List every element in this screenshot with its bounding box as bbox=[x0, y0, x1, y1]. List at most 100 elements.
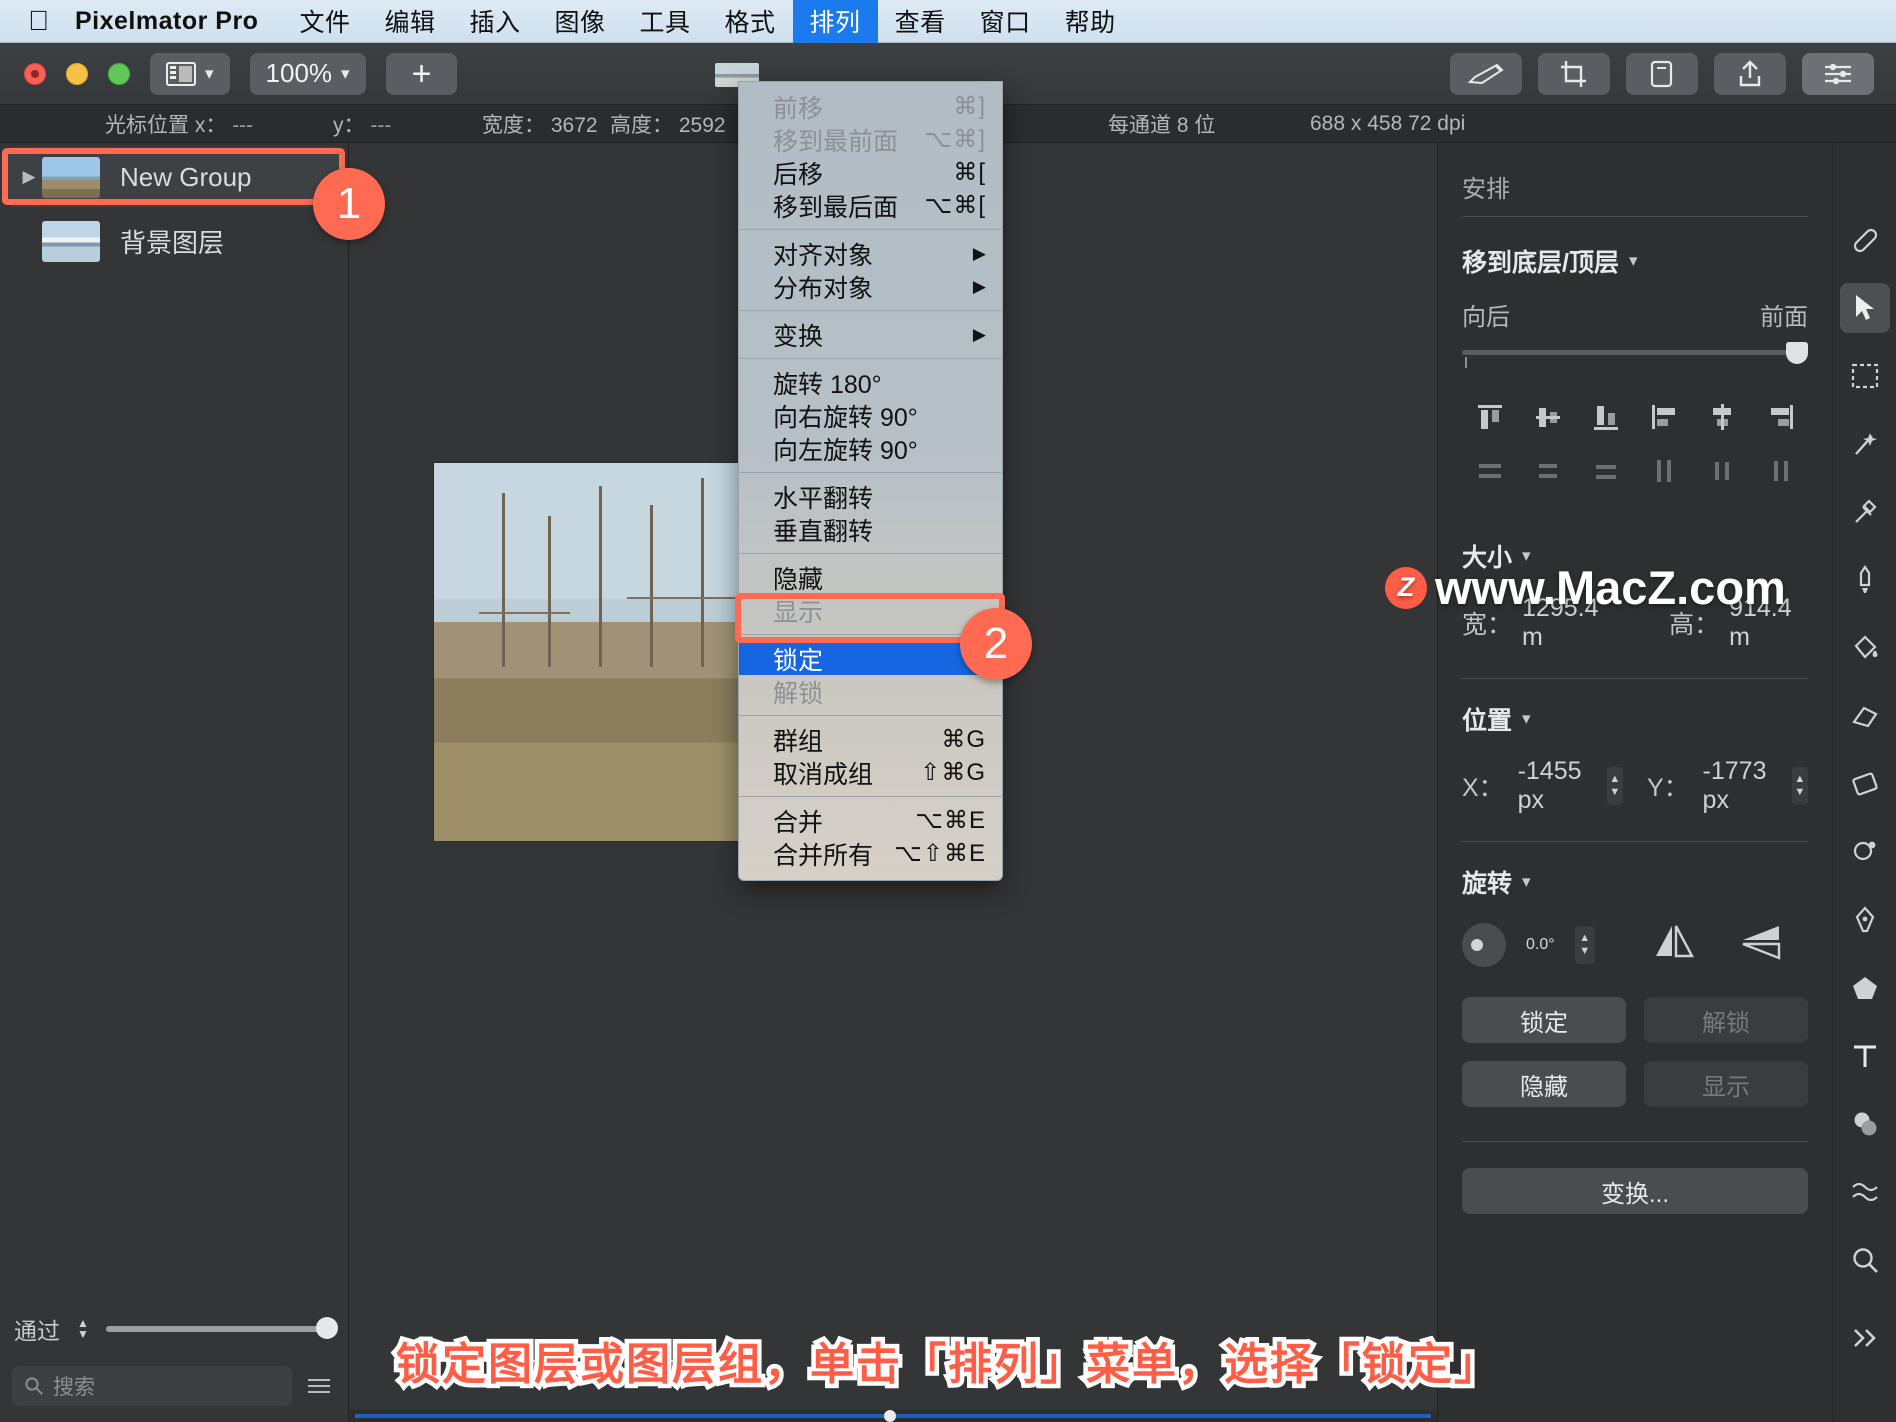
menubar-item-format[interactable]: 格式 bbox=[708, 0, 793, 43]
flip-horizontal-button[interactable] bbox=[1651, 922, 1697, 967]
y-stepper[interactable]: ▲ ▼ bbox=[1791, 767, 1808, 805]
pen-tool-button[interactable] bbox=[1840, 895, 1890, 945]
duplicate-button[interactable] bbox=[1626, 53, 1698, 95]
disclosure-triangle-icon[interactable]: ▶ bbox=[16, 167, 42, 187]
menu-item-flip-vertical[interactable]: 垂直翻转 bbox=[739, 513, 1002, 546]
align-left-button[interactable] bbox=[1636, 390, 1692, 444]
share-button[interactable] bbox=[1714, 53, 1786, 95]
layer-row[interactable]: ▶ New Group bbox=[8, 147, 340, 207]
menubar-item-view[interactable]: 查看 bbox=[878, 0, 963, 43]
distribute-top-button[interactable] bbox=[1462, 444, 1518, 498]
menubar-item-file[interactable]: 文件 bbox=[282, 0, 367, 43]
show-button[interactable]: 显示 bbox=[1644, 1061, 1808, 1107]
minimize-button[interactable] bbox=[66, 62, 88, 85]
crop-tool-button[interactable] bbox=[1538, 53, 1610, 95]
distribute-middle-button[interactable] bbox=[1520, 444, 1576, 498]
rotation-group-title[interactable]: 旋转 ▾ bbox=[1462, 864, 1808, 900]
align-center-button[interactable] bbox=[1694, 390, 1750, 444]
zoom-button[interactable] bbox=[108, 62, 130, 85]
paint-tool-button[interactable] bbox=[1450, 53, 1522, 95]
panes-toggle-button[interactable]: ▾ bbox=[150, 52, 230, 95]
menu-item-align-objects[interactable]: 对齐对象 ▶ bbox=[739, 237, 1002, 270]
chevron-down-icon[interactable]: ▾ bbox=[1629, 251, 1638, 271]
arrange-tool-button[interactable] bbox=[1839, 283, 1890, 333]
y-field-value[interactable]: -1773 px bbox=[1703, 757, 1782, 815]
arrange-slider[interactable] bbox=[1462, 342, 1808, 368]
paint-brush-tool-button[interactable] bbox=[1840, 555, 1890, 605]
menu-item-group[interactable]: 群组 ⌘G bbox=[739, 723, 1002, 756]
x-field-value[interactable]: -1455 px bbox=[1518, 757, 1597, 815]
menu-item-bring-to-front[interactable]: 移到最前面 ⌥⌘] bbox=[739, 123, 1002, 156]
layer-name[interactable]: New Group bbox=[120, 162, 252, 193]
quick-select-tool-button[interactable] bbox=[1840, 419, 1890, 469]
menu-item-flip-horizontal[interactable]: 水平翻转 bbox=[739, 480, 1002, 513]
zoom-tool-button[interactable] bbox=[1840, 1235, 1890, 1285]
color-select-tool-button[interactable] bbox=[1840, 487, 1890, 537]
menu-item-distribute-objects[interactable]: 分布对象 ▶ bbox=[739, 270, 1002, 303]
rotation-stepper[interactable]: ▲ ▼ bbox=[1574, 925, 1595, 964]
menu-item-send-to-back[interactable]: 移到最后面 ⌥⌘[ bbox=[739, 189, 1002, 222]
transform-button[interactable]: 变换... bbox=[1462, 1168, 1808, 1214]
flip-vertical-button[interactable] bbox=[1739, 922, 1785, 967]
align-right-button[interactable] bbox=[1752, 390, 1808, 444]
distribute-right-button[interactable] bbox=[1752, 444, 1808, 498]
menu-item-rotate-right-90[interactable]: 向右旋转 90° bbox=[739, 399, 1002, 432]
eraser-tool-button[interactable] bbox=[1840, 691, 1890, 741]
align-middle-button[interactable] bbox=[1520, 390, 1576, 444]
hide-button[interactable]: 隐藏 bbox=[1462, 1061, 1626, 1107]
color-adjust-tool-button[interactable] bbox=[1840, 1099, 1890, 1149]
chevron-down-icon[interactable]: ▾ bbox=[1522, 709, 1531, 729]
distribute-bottom-button[interactable] bbox=[1578, 444, 1634, 498]
inspector-toggle-button[interactable] bbox=[1802, 53, 1874, 95]
lock-button[interactable]: 锁定 bbox=[1462, 997, 1626, 1043]
align-bottom-button[interactable] bbox=[1578, 390, 1634, 444]
menubar-item-insert[interactable]: 插入 bbox=[452, 0, 537, 43]
menubar-item-app[interactable]: Pixelmator Pro bbox=[75, 3, 282, 40]
menu-item-bring-forward[interactable]: 前移 ⌘] bbox=[739, 90, 1002, 123]
add-layer-button[interactable]: + bbox=[385, 52, 458, 95]
arrange-dropdown-menu[interactable]: 前移 ⌘] 移到最前面 ⌥⌘] 后移 ⌘[ 移到最后面 ⌥⌘[ 对齐对象 ▶ 分… bbox=[738, 81, 1003, 881]
menu-item-merge-all[interactable]: 合并所有 ⌥⇧⌘E bbox=[739, 837, 1002, 870]
zoom-level-button[interactable]: 100% ▾ bbox=[249, 52, 366, 95]
paint-bucket-tool-button[interactable] bbox=[1840, 623, 1890, 673]
align-top-button[interactable] bbox=[1462, 390, 1518, 444]
menu-item-unlock[interactable]: 解锁 bbox=[739, 675, 1002, 708]
window-controls[interactable] bbox=[24, 62, 130, 85]
apple-logo-icon[interactable]:  bbox=[28, 7, 49, 35]
slider-knob[interactable] bbox=[1786, 342, 1808, 364]
shape-tool-button[interactable] bbox=[1840, 963, 1890, 1013]
clone-tool-button[interactable] bbox=[1840, 759, 1890, 809]
close-button[interactable] bbox=[24, 62, 46, 85]
scroll-thumb[interactable] bbox=[884, 1410, 897, 1422]
position-group-title[interactable]: 位置 ▾ bbox=[1462, 701, 1808, 737]
menu-item-merge[interactable]: 合并 ⌥⌘E bbox=[739, 804, 1002, 837]
arrange-group-title[interactable]: 移到底层/顶层 ▾ bbox=[1462, 243, 1808, 279]
menu-item-send-backward[interactable]: 后移 ⌘[ bbox=[739, 156, 1002, 189]
menu-item-transform[interactable]: 变换 ▶ bbox=[739, 318, 1002, 351]
text-tool-button[interactable] bbox=[1840, 1031, 1890, 1081]
rotation-angle-value[interactable]: 0.0° bbox=[1526, 936, 1555, 954]
menubar-item-arrange[interactable]: 排列 bbox=[792, 0, 878, 43]
menu-item-hide[interactable]: 隐藏 bbox=[739, 561, 1002, 594]
distribute-center-button[interactable] bbox=[1694, 444, 1750, 498]
menu-item-show[interactable]: 显示 bbox=[739, 594, 1002, 627]
chevron-down-icon[interactable]: ▾ bbox=[1522, 872, 1531, 892]
menubar-item-window[interactable]: 窗口 bbox=[963, 0, 1048, 43]
distribute-left-button[interactable] bbox=[1636, 444, 1692, 498]
menubar-item-image[interactable]: 图像 bbox=[538, 0, 623, 43]
layer-name[interactable]: 背景图层 bbox=[120, 223, 224, 260]
horizontal-scrollbar[interactable] bbox=[349, 1410, 1437, 1422]
repair-tool-button[interactable] bbox=[1840, 827, 1890, 877]
menubar-item-tools[interactable]: 工具 bbox=[623, 0, 708, 43]
rotation-dial[interactable] bbox=[1462, 922, 1506, 967]
x-stepper[interactable]: ▲ ▼ bbox=[1606, 767, 1623, 805]
menu-item-rotate-left-90[interactable]: 向左旋转 90° bbox=[739, 432, 1002, 465]
menu-item-ungroup[interactable]: 取消成组 ⇧⌘G bbox=[739, 756, 1002, 789]
menu-item-rotate-180[interactable]: 旋转 180° bbox=[739, 366, 1002, 399]
retouch-tool-button[interactable] bbox=[1840, 215, 1890, 265]
menubar-item-edit[interactable]: 编辑 bbox=[367, 0, 452, 43]
unlock-button[interactable]: 解锁 bbox=[1644, 997, 1808, 1043]
effects-tool-button[interactable] bbox=[1840, 1167, 1890, 1217]
layer-row[interactable]: 背景图层 bbox=[8, 211, 340, 271]
menubar-item-help[interactable]: 帮助 bbox=[1048, 0, 1133, 43]
